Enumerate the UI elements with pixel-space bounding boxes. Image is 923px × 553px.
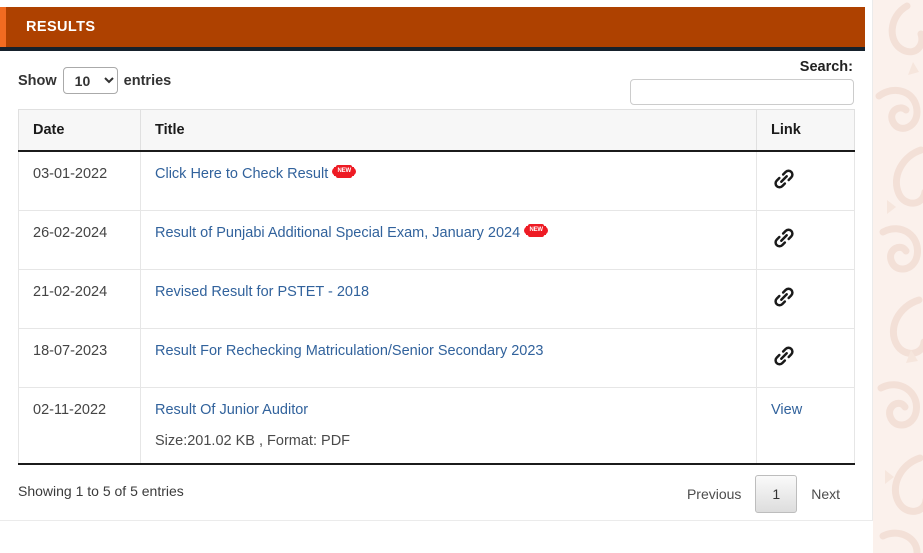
new-badge-icon: NEW [333,165,356,178]
result-title-link[interactable]: Revised Result for PSTET - 2018 [155,284,369,300]
cell-link [756,150,855,211]
view-link[interactable]: View [771,402,802,418]
cell-link [756,328,855,388]
cell-title: Click Here to Check Result NEW [140,150,757,211]
table-footer: Showing 1 to 5 of 5 entries Previous 1 N… [18,465,854,521]
results-table: Date Title Link 03-01-2022 Click Here to … [18,109,855,465]
cell-date: 02-11-2022 [18,387,141,465]
result-title-link[interactable]: Click Here to Check Result [155,166,328,182]
table-controls: Show 102550100 entries Search: [18,51,854,109]
column-header-date: Date [18,109,141,152]
show-label: Show [18,72,57,89]
table-head: Date Title Link [18,109,855,152]
chain-link-icon[interactable] [771,166,797,192]
column-header-title: Title [140,109,757,152]
table-row: 21-02-2024 Revised Result for PSTET - 201… [18,269,855,329]
table-row: 18-07-2023 Result For Rechecking Matricul… [18,328,855,388]
result-title-link[interactable]: Result For Rechecking Matriculation/Seni… [155,343,543,359]
pagination: Previous 1 Next [673,475,854,513]
pagination-next[interactable]: Next [797,475,854,513]
cell-date: 21-02-2024 [18,269,141,329]
cell-date: 03-01-2022 [18,150,141,211]
chain-link-icon[interactable] [771,225,797,251]
entries-label: entries [123,72,172,89]
table-row: 03-01-2022 Click Here to Check Result NEW [18,150,855,211]
file-meta-text: Size:201.02 KB , Format: PDF [155,433,351,449]
cell-link [756,269,855,329]
cell-title: Result of Punjabi Additional Special Exa… [140,210,757,270]
cell-title: Result Of Junior Auditor Size:201.02 KB ,… [140,387,757,465]
page-title: RESULTS [26,19,96,35]
results-panel: RESULTS Show 102550100 entries Search: [0,0,873,521]
chain-link-icon[interactable] [771,343,797,369]
chain-link-icon[interactable] [771,284,797,310]
entries-per-page-select[interactable]: 102550100 [62,67,118,94]
table-row: 02-11-2022 Result Of Junior Auditor Size:2… [18,387,855,465]
pagination-previous[interactable]: Previous [673,475,755,513]
result-title-link[interactable]: Result of Punjabi Additional Special Exa… [155,225,520,241]
table-header-row: Date Title Link [18,109,855,152]
column-header-link: Link [756,109,855,152]
search-control: Search: [630,59,854,105]
cell-title: Revised Result for PSTET - 2018 [140,269,757,329]
cell-date: 18-07-2023 [18,328,141,388]
header-accent-bar [0,7,6,47]
result-title-link[interactable]: Result Of Junior Auditor [155,402,308,418]
entries-length-control: Show 102550100 entries [18,67,171,94]
cell-title: Result For Rechecking Matriculation/Seni… [140,328,757,388]
pagination-page-1[interactable]: 1 [755,475,798,513]
decorative-damask-background [873,0,923,553]
cell-date: 26-02-2024 [18,210,141,270]
cell-link: View [756,387,855,465]
table-body: 03-01-2022 Click Here to Check Result NEW 2… [18,150,855,465]
new-badge-icon: NEW [525,224,548,237]
panel-header: RESULTS [0,7,865,51]
entries-info: Showing 1 to 5 of 5 entries [18,483,184,499]
cell-link [756,210,855,270]
search-label: Search: [799,59,853,75]
search-input[interactable] [630,79,854,105]
table-row: 26-02-2024 Result of Punjabi Additional S… [18,210,855,270]
panel-body: Show 102550100 entries Search: Date Titl… [0,51,872,521]
